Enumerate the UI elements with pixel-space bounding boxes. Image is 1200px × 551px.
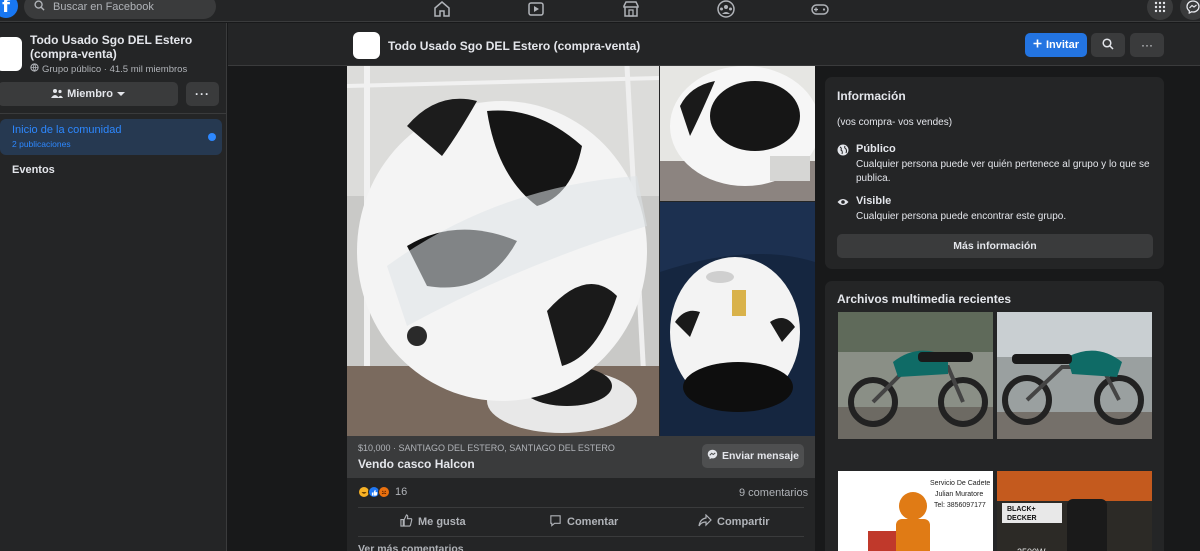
messenger-icon <box>707 449 718 463</box>
divider <box>358 507 804 508</box>
comment-button[interactable]: Comentar <box>549 514 618 530</box>
share-label: Compartir <box>717 516 770 528</box>
reactions-summary[interactable]: 16 <box>358 486 407 498</box>
angry-reaction-icon <box>378 486 390 498</box>
media-thumb-motorcycle-1[interactable] <box>838 312 993 439</box>
group-header-bar: Todo Usado Sgo DEL Estero (compra-venta)… <box>228 23 1200 66</box>
sidebar-item-community-home[interactable]: Inicio de la comunidad 2 publicaciones <box>0 119 222 155</box>
send-message-label: Enviar mensaje <box>721 450 800 462</box>
svg-text:2500W: 2500W <box>1017 547 1046 551</box>
visibility-row: Visible Cualquier persona puede encontra… <box>837 195 1157 225</box>
about-card: Información (vos compra- vos vendes) Púb… <box>825 77 1164 269</box>
invite-button-label: Invitar <box>1045 39 1079 51</box>
reaction-count: 16 <box>395 486 408 498</box>
visible-title: Visible <box>856 195 892 207</box>
comment-icon <box>549 514 562 530</box>
visible-description: Cualquier persona puede encontrar este g… <box>856 211 1067 222</box>
send-message-button[interactable]: Enviar mensaje <box>702 444 804 468</box>
like-button[interactable]: Me gusta <box>400 514 466 530</box>
group-name[interactable]: Todo Usado Sgo DEL Estero (compra-venta) <box>30 33 220 61</box>
share-button[interactable]: Compartir <box>698 513 770 530</box>
recent-media-title: Archivos multimedia recientes <box>837 292 1012 306</box>
caret-down-icon <box>116 88 125 100</box>
group-header-avatar[interactable] <box>353 32 380 59</box>
divider <box>358 536 804 537</box>
about-card-title: Información <box>837 89 906 103</box>
messenger-icon[interactable] <box>1180 0 1200 20</box>
plus-icon <box>1033 39 1042 51</box>
about-description: (vos compra- vos vendes) <box>837 117 953 128</box>
marketplace-post: $10,000 · SANTIAGO DEL ESTERO, SANTIAGO … <box>347 66 815 551</box>
svg-text:DECKER: DECKER <box>1007 515 1037 522</box>
sidebar-item-events[interactable]: Eventos <box>12 164 55 176</box>
facebook-logo[interactable]: f <box>0 0 18 18</box>
left-sidebar: Todo Usado Sgo DEL Estero (compra-venta)… <box>0 23 227 551</box>
member-button[interactable]: Miembro <box>0 82 178 106</box>
thumbs-up-icon <box>400 514 413 530</box>
marketplace-icon[interactable] <box>619 0 643 18</box>
svg-text:BLACK+: BLACK+ <box>1007 506 1036 513</box>
top-navigation-bar: f <box>0 0 1200 22</box>
invite-button[interactable]: Invitar <box>1025 33 1087 57</box>
home-icon[interactable] <box>430 0 454 18</box>
sidebar-item-label: Inicio de la comunidad <box>12 124 122 136</box>
sidebar-item-sublabel: 2 publicaciones <box>12 139 71 149</box>
photo-grid <box>347 66 815 436</box>
listing-info-bar: $10,000 · SANTIAGO DEL ESTERO, SANTIAGO … <box>347 436 815 478</box>
people-icon <box>51 88 64 101</box>
listing-title[interactable]: Vendo casco Halcon <box>358 457 475 471</box>
groups-icon[interactable] <box>714 0 738 18</box>
globe-icon <box>30 63 39 75</box>
sidebar-more-button[interactable]: ··· <box>186 82 219 106</box>
group-meta-text: Grupo público · 41.5 mil miembros <box>42 63 188 75</box>
search-icon <box>34 0 45 14</box>
comment-label: Comentar <box>567 516 619 528</box>
public-description: Cualquier persona puede ver quién perten… <box>856 159 1150 184</box>
group-avatar[interactable] <box>0 37 22 71</box>
eye-icon <box>837 196 849 208</box>
recent-media-card: Archivos multimedia recientes Servicio D… <box>825 281 1164 551</box>
privacy-public-row: Público Cualquier persona puede ver quié… <box>837 143 1157 184</box>
like-label: Me gusta <box>418 516 466 528</box>
post-photo-main[interactable] <box>347 66 659 436</box>
media-thumb-delivery-ad[interactable]: Servicio De Cadete Julian Muratore Tel: … <box>838 471 993 551</box>
unread-dot <box>208 133 216 141</box>
media-thumb-motorcycle-2[interactable] <box>997 312 1152 439</box>
group-meta: Grupo público · 41.5 mil miembros <box>30 63 187 75</box>
search-icon <box>1102 37 1114 53</box>
comment-count[interactable]: 9 comentarios <box>739 487 808 499</box>
search-input[interactable] <box>53 0 203 13</box>
media-thumb-blackdecker[interactable]: BLACK+ DECKER 2500W <box>997 471 1152 551</box>
search-box[interactable] <box>24 0 216 19</box>
menu-grid-icon[interactable] <box>1147 0 1173 20</box>
group-header-title[interactable]: Todo Usado Sgo DEL Estero (compra-venta) <box>388 39 640 53</box>
header-more-button[interactable]: ··· <box>1130 33 1164 57</box>
post-photo-bottom-right[interactable] <box>660 202 815 436</box>
view-more-comments-link[interactable]: Ver más comentarios <box>358 543 464 551</box>
globe-icon <box>837 144 849 156</box>
public-title: Público <box>856 143 896 155</box>
more-info-button[interactable]: Más información <box>837 234 1153 258</box>
video-icon[interactable] <box>524 0 548 18</box>
member-button-label: Miembro <box>67 88 113 100</box>
gaming-icon[interactable] <box>808 0 832 18</box>
svg-text:Tel: 3856097177: Tel: 3856097177 <box>934 502 986 509</box>
listing-price-location: $10,000 · SANTIAGO DEL ESTERO, SANTIAGO … <box>358 443 615 453</box>
search-group-button[interactable] <box>1091 33 1125 57</box>
svg-text:Servicio De Cadete: Servicio De Cadete <box>930 480 990 487</box>
share-icon <box>698 513 712 530</box>
svg-text:Julian Muratore: Julian Muratore <box>935 491 983 498</box>
post-photo-top-right[interactable] <box>660 66 815 201</box>
divider <box>0 113 227 114</box>
